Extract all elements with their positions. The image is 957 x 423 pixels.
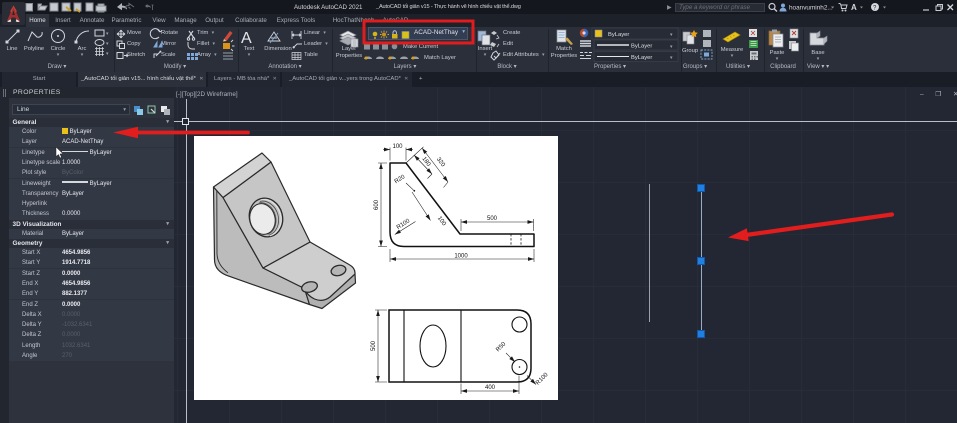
svg-text:ByLayer: ByLayer [631,55,652,61]
svg-text:500: 500 [487,216,498,222]
svg-text:ByLayer: ByLayer [631,44,652,50]
svg-text:▾: ▾ [106,41,109,47]
svg-text:ByLayer: ByLayer [608,32,629,38]
svg-text:A: A [851,3,857,12]
svg-text:1000: 1000 [454,254,468,260]
svg-text:400: 400 [485,385,496,391]
svg-text:▾: ▾ [106,31,109,37]
svg-text:▾: ▾ [106,51,109,57]
svg-text:100: 100 [392,144,403,150]
svg-text:500: 500 [371,340,377,351]
svg-text:hoanvuminh2...: hoanvuminh2... [789,5,833,12]
svg-text:A: A [241,30,252,47]
svg-text:600: 600 [374,199,380,210]
